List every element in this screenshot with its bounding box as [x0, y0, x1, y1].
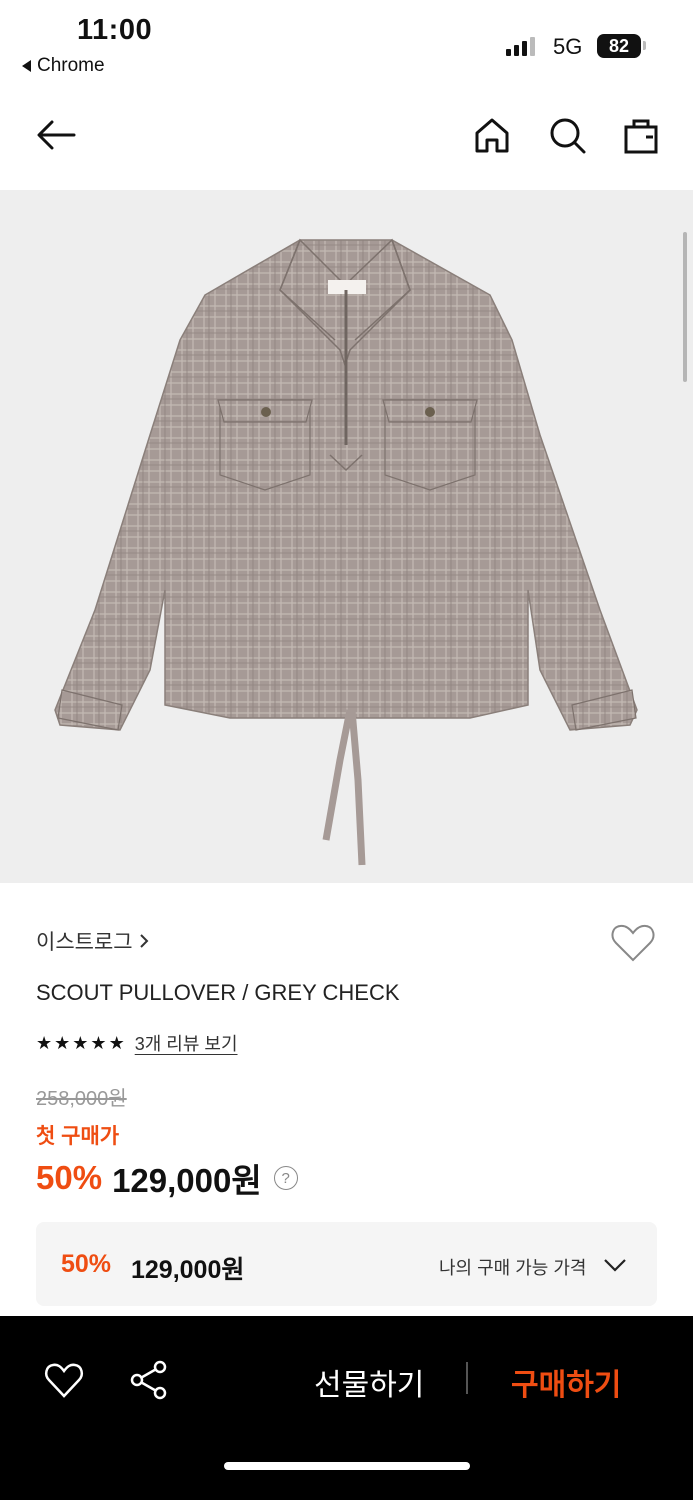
- product-title: SCOUT PULLOVER / GREY CHECK: [36, 980, 400, 1005]
- shopping-bag-icon[interactable]: [619, 113, 663, 157]
- product-image[interactable]: [0, 190, 693, 883]
- battery-tip: [643, 41, 646, 50]
- my-price-label: 나의 구매 가능 가격: [439, 1258, 587, 1278]
- question-icon[interactable]: ?: [273, 1166, 298, 1190]
- rating-stars: ★ ★ ★ ★ ★: [36, 1034, 125, 1052]
- share-icon[interactable]: [128, 1358, 172, 1402]
- first-purchase-label: 첫 구매가: [36, 1125, 120, 1148]
- sale-price: 129,000원: [112, 1162, 262, 1199]
- back-triangle-icon: [22, 60, 31, 72]
- review-link[interactable]: 3개 리뷰 보기: [135, 1030, 238, 1056]
- box-discount-percent: 50%: [61, 1250, 112, 1278]
- bottom-action-bar: 선물하기 구매하기: [0, 1316, 693, 1500]
- brand-link[interactable]: 이스트로그: [36, 926, 151, 956]
- original-price: 258,000원: [36, 1088, 127, 1110]
- search-icon[interactable]: [545, 113, 589, 157]
- status-time: 11:00: [77, 14, 153, 46]
- rating-row: ★ ★ ★ ★ ★ 3개 리뷰 보기: [36, 1030, 238, 1056]
- buy-button[interactable]: 구매하기: [511, 1360, 621, 1404]
- battery-icon: 82: [597, 34, 641, 58]
- brand-name: 이스트로그: [36, 931, 133, 954]
- status-bar: 11:00 Chrome 5G 82: [0, 0, 693, 90]
- star-icon: ★: [90, 1033, 107, 1053]
- wishlist-heart-icon[interactable]: [608, 918, 658, 968]
- chevron-down-icon: [604, 1259, 626, 1272]
- pullover-shirt-image: [54, 238, 638, 866]
- box-price: 129,000원: [131, 1256, 245, 1284]
- divider: [466, 1362, 468, 1394]
- home-icon[interactable]: [470, 113, 514, 157]
- scrollbar[interactable]: [683, 232, 687, 382]
- top-nav: [0, 95, 693, 185]
- star-icon: ★: [72, 1033, 89, 1053]
- star-icon: ★: [108, 1033, 125, 1053]
- price-row: 50% 129,000원 ?: [36, 1154, 298, 1202]
- heart-icon[interactable]: [42, 1358, 86, 1402]
- star-icon: ★: [36, 1033, 53, 1053]
- my-price-box[interactable]: 50% 129,000원 나의 구매 가능 가격: [36, 1222, 657, 1306]
- signal-icon: [506, 36, 535, 56]
- back-to-app-link[interactable]: Chrome: [22, 55, 105, 77]
- network-type: 5G: [553, 34, 583, 59]
- star-icon: ★: [54, 1033, 71, 1053]
- back-app-label: Chrome: [37, 55, 105, 76]
- home-indicator[interactable]: [224, 1462, 470, 1470]
- back-arrow-icon[interactable]: [34, 113, 78, 157]
- discount-percent: 50%: [36, 1159, 103, 1196]
- gift-button[interactable]: 선물하기: [314, 1360, 424, 1404]
- chevron-right-icon: [139, 934, 149, 948]
